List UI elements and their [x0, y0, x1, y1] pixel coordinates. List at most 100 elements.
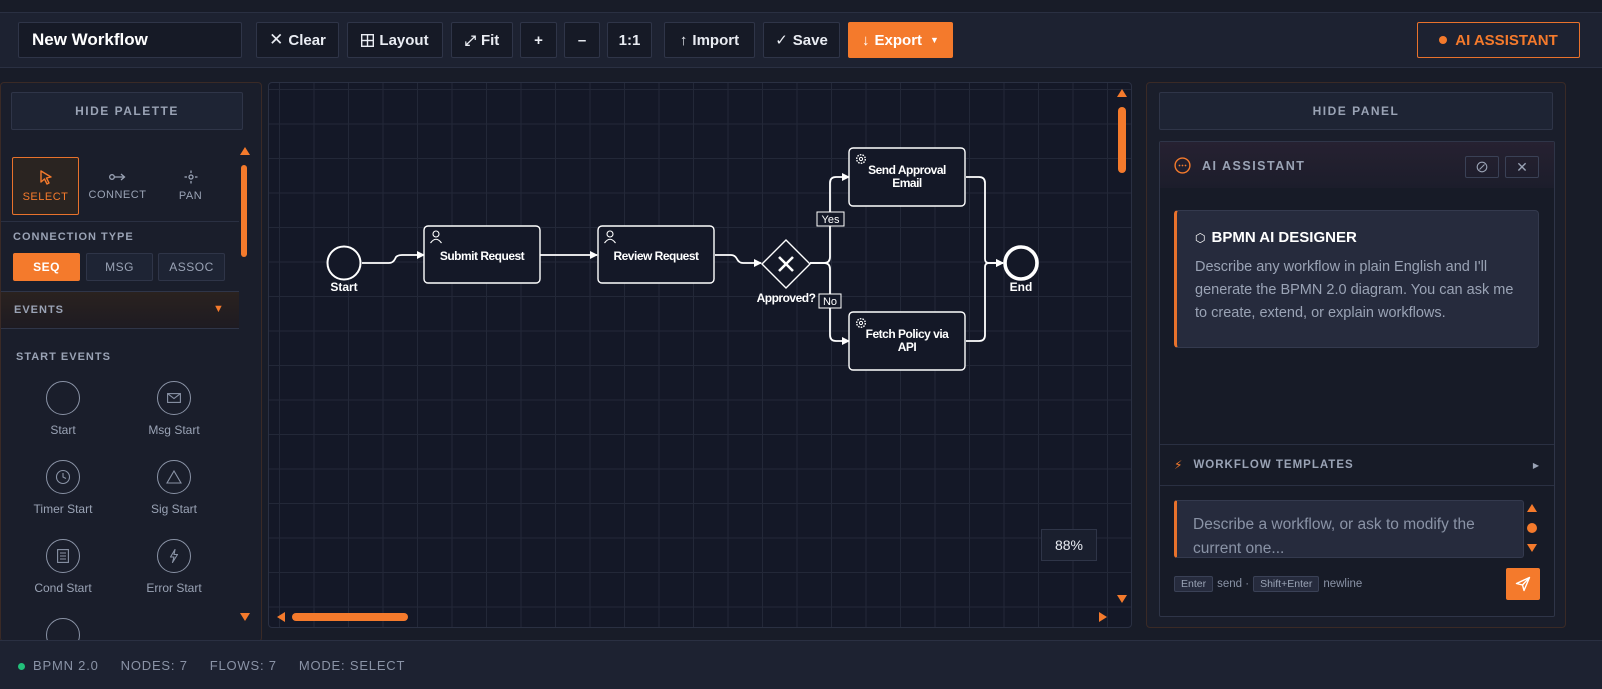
element-palette: HIDE PALETTE SELECT CONNECT PAN CONNECTI… [0, 82, 262, 642]
status-flows: FLOWS: 7 [209, 657, 277, 673]
clear-chat-button[interactable] [1465, 156, 1499, 178]
circle-icon [46, 381, 80, 415]
workflow-name-input[interactable]: New Workflow [18, 22, 242, 58]
diagram-canvas[interactable]: Yes No Start Submit Request Review Reque… [268, 82, 1132, 628]
save-button[interactable]: ✓ Save [763, 22, 840, 58]
caret-down-icon: ▼ [930, 35, 939, 45]
connect-icon [108, 173, 125, 181]
zoom-level-indicator: 88% [1041, 529, 1097, 561]
node-send-approval-email[interactable]: Send Approval Email [848, 147, 966, 207]
import-button[interactable]: ↑ Import [664, 22, 755, 58]
node-approved-gateway[interactable]: Approved? [757, 239, 816, 305]
check-icon: ✓ [775, 32, 788, 49]
caret-right-icon: ▶ [1532, 460, 1540, 470]
flow-review-gateway[interactable] [715, 254, 762, 267]
arrow-down-icon: ↓ [862, 31, 870, 49]
tool-pan[interactable]: PAN [157, 157, 224, 215]
tool-select[interactable]: SELECT [12, 157, 79, 215]
actual-size-button[interactable]: 1:1 [607, 22, 652, 58]
node-submit-request[interactable]: Submit Request [423, 225, 541, 284]
palette-item-start[interactable]: Start [8, 381, 118, 437]
scroll-thumb[interactable] [1527, 523, 1537, 533]
cursor-icon [39, 170, 52, 185]
status-mode: MODE: SELECT [298, 657, 406, 673]
hexagon-icon: ⬡ [1195, 230, 1206, 245]
palette-item-msg-start[interactable]: Msg Start [119, 381, 229, 437]
status-bar: BPMN 2.0 NODES: 7 FLOWS: 7 MODE: SELECT [0, 640, 1602, 689]
svg-text:No: No [823, 296, 837, 308]
ai-assistant-panel: HIDE PANEL AI ASSISTANT ✕ ⬡ BPMN AI DESI… [1146, 82, 1566, 628]
keyboard-hint: Enter send · Shift+Enter newline [1174, 576, 1362, 592]
hide-panel-button[interactable]: HIDE PANEL [1159, 92, 1553, 130]
svg-text:Review Request: Review Request [613, 249, 699, 263]
close-panel-button[interactable]: ✕ [1505, 156, 1539, 178]
scroll-thumb[interactable] [1118, 107, 1126, 173]
flow-label-yes: Yes [816, 211, 845, 227]
svg-text:Yes: Yes [822, 214, 840, 226]
flow-policy-end[interactable] [966, 259, 1004, 342]
status-version: BPMN 2.0 [18, 658, 99, 673]
top-toolbar: New Workflow ✕ Clear Layout ⤢ Fit + – 1:… [0, 12, 1602, 68]
start-events-label: START EVENTS [16, 351, 111, 363]
zoom-out-button[interactable]: – [564, 22, 600, 58]
grid-icon [361, 33, 375, 47]
node-start-event[interactable]: Start [326, 245, 362, 295]
hide-palette-button[interactable]: HIDE PALETTE [11, 92, 243, 130]
scroll-left-icon [277, 612, 285, 622]
ai-assistant-toggle-button[interactable]: AI ASSISTANT [1417, 22, 1580, 58]
node-fetch-policy[interactable]: Fetch Policy via API [848, 311, 966, 371]
arrow-up-icon: ↑ [679, 31, 688, 49]
palette-item-sig-start[interactable]: Sig Start [119, 460, 229, 516]
pan-icon [184, 170, 197, 184]
connection-type-msg[interactable]: MSG [86, 253, 153, 281]
zoom-in-button[interactable]: + [520, 22, 557, 58]
canvas-horizontal-scrollbar[interactable] [275, 611, 1109, 623]
scroll-up-icon [1117, 89, 1127, 97]
send-button[interactable] [1506, 568, 1540, 600]
svg-text:Approved?: Approved? [757, 291, 816, 305]
assistant-message: ⬡ BPMN AI DESIGNER Describe any workflow… [1174, 210, 1539, 348]
expand-icon: ⤢ [464, 31, 476, 48]
flow-label-no: No [818, 293, 842, 309]
scroll-up-icon [240, 147, 250, 155]
status-dot-icon [1439, 36, 1448, 44]
scroll-down-icon [1117, 595, 1127, 603]
export-button[interactable]: ↓ Export ▼ [848, 22, 953, 58]
flow-email-end[interactable] [966, 176, 1004, 267]
ai-assistant-header: AI ASSISTANT ✕ [1160, 142, 1554, 188]
chat-input[interactable]: Describe a workflow, or ask to modify th… [1174, 500, 1524, 558]
triangle-icon [157, 460, 191, 494]
palette-item-timer-start[interactable]: Timer Start [8, 460, 118, 516]
canvas-vertical-scrollbar[interactable] [1116, 87, 1128, 607]
x-icon: ✕ [269, 30, 284, 49]
connection-type-seq[interactable]: SEQ [13, 253, 80, 281]
scroll-thumb[interactable] [292, 613, 408, 621]
divider [1, 221, 239, 222]
workflow-templates-toggle[interactable]: ⚡ WORKFLOW TEMPLATES ▶ [1160, 444, 1554, 486]
svg-text:Start: Start [330, 280, 357, 294]
node-review-request[interactable]: Review Request [597, 225, 715, 284]
tool-connect[interactable]: CONNECT [84, 157, 151, 215]
palette-item-error-start[interactable]: Error Start [119, 539, 229, 595]
scroll-down-icon [240, 613, 250, 621]
scroll-down-icon [1527, 544, 1537, 552]
flow-start-submit[interactable] [362, 251, 425, 264]
svg-text:End: End [1010, 280, 1033, 294]
svg-text:Submit Request: Submit Request [440, 249, 525, 263]
scroll-thumb[interactable] [241, 165, 247, 257]
fit-button[interactable]: ⤢ Fit [451, 22, 513, 58]
caret-down-icon: ▼ [213, 303, 224, 315]
palette-item-cond-start[interactable]: Cond Start [8, 539, 118, 595]
chat-input-scrollbar[interactable] [1526, 500, 1538, 558]
palette-scrollbar[interactable] [239, 147, 250, 627]
palette-item-partial [46, 618, 80, 641]
node-end-event[interactable]: End [1003, 245, 1039, 294]
lightning-icon [157, 539, 191, 573]
status-dot-icon [18, 662, 25, 670]
clear-button[interactable]: ✕ Clear [256, 22, 339, 58]
close-icon: ✕ [1516, 158, 1528, 175]
connection-type-assoc[interactable]: ASSOC [158, 253, 225, 281]
ai-assistant-title: AI ASSISTANT [1202, 159, 1306, 173]
layout-button[interactable]: Layout [347, 22, 443, 58]
events-section-header[interactable]: EVENTS ▼ [1, 291, 239, 329]
